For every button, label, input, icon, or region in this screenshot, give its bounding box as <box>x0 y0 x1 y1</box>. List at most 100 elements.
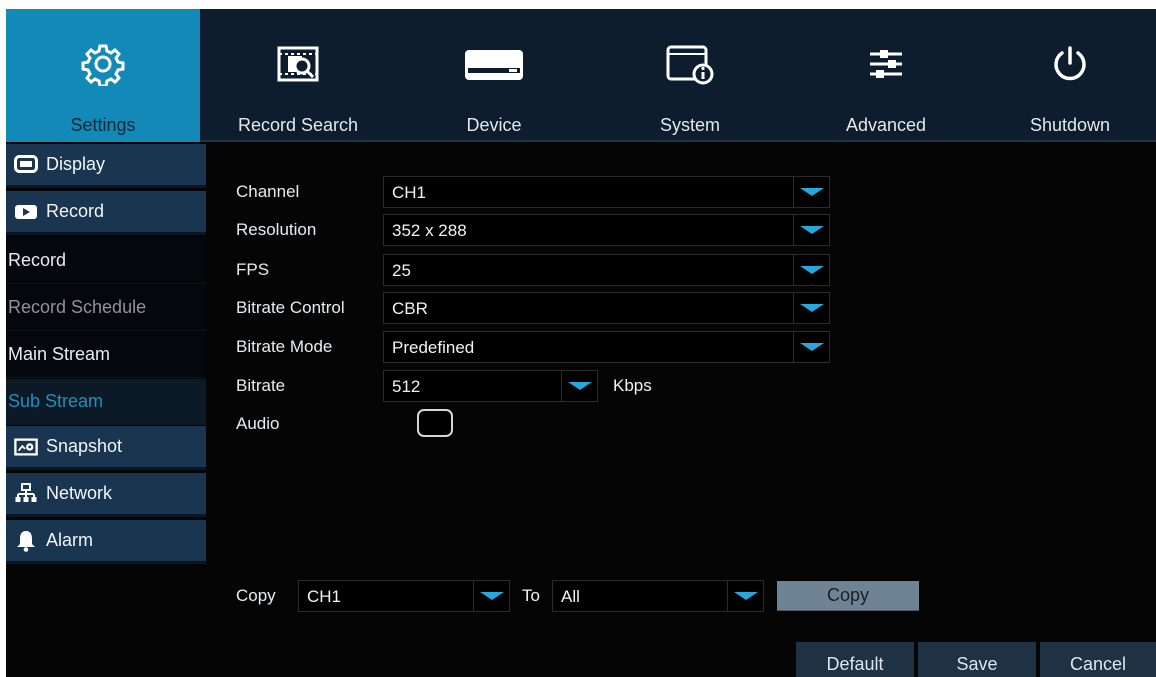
bitrate-mode-select[interactable]: Predefined <box>383 331 830 363</box>
sliders-icon <box>866 43 906 85</box>
bitrate-mode-row: Bitrate Mode Predefined <box>236 331 836 363</box>
sub-stream-settings-panel: Channel CH1 Resolution 352 x 288 FPS 25 … <box>206 144 1156 677</box>
bitrate-control-dropdown-button[interactable] <box>793 293 829 323</box>
hard-drive-icon <box>463 43 525 85</box>
chevron-down-icon <box>480 592 504 600</box>
copy-from-value: CH1 <box>307 587 342 606</box>
resolution-select[interactable]: 352 x 288 <box>383 214 830 246</box>
chevron-down-icon <box>800 226 824 234</box>
sidebar-item-main-stream[interactable]: Main Stream <box>6 332 206 378</box>
record-search-icon <box>276 43 320 85</box>
top-nav: Settings Record Search Device System Adv… <box>6 9 1156 142</box>
tab-settings-label: Settings <box>70 115 136 135</box>
sidebar-item-record-schedule[interactable]: Record Schedule <box>6 285 206 331</box>
copy-to-label: To <box>522 586 540 605</box>
copy-from-dropdown-button[interactable] <box>473 581 509 611</box>
bitrate-row: Bitrate 512 Kbps <box>236 370 836 402</box>
bitrate-select[interactable]: 512 <box>383 370 598 402</box>
sidebar-item-record-label: Record <box>8 250 67 270</box>
copy-row: Copy CH1 To All Copy <box>236 580 936 612</box>
sidebar-item-record-category-label: Record <box>46 201 105 221</box>
tab-system-label: System <box>659 115 720 135</box>
sidebar-item-sub-stream[interactable]: Sub Stream <box>6 379 206 425</box>
chevron-down-icon <box>568 382 592 390</box>
chevron-down-icon <box>734 592 758 600</box>
tab-system[interactable]: System <box>592 9 788 142</box>
tab-device-label: Device <box>466 115 522 135</box>
chevron-down-icon <box>800 304 824 312</box>
bitrate-control-select[interactable]: CBR <box>383 292 830 324</box>
bitrate-control-label: Bitrate Control <box>236 298 345 317</box>
tab-record-search[interactable]: Record Search <box>200 9 396 142</box>
copy-button[interactable]: Copy <box>777 581 919 611</box>
bitrate-dropdown-button[interactable] <box>561 371 597 401</box>
video-icon <box>14 201 38 223</box>
channel-label: Channel <box>236 182 300 201</box>
resolution-label: Resolution <box>236 220 317 239</box>
copy-to-value: All <box>561 587 580 606</box>
fps-value: 25 <box>392 261 411 280</box>
snapshot-icon <box>14 436 38 458</box>
tab-device[interactable]: Device <box>396 9 592 142</box>
default-button[interactable]: Default <box>796 642 914 677</box>
channel-dropdown-button[interactable] <box>793 177 829 207</box>
channel-select[interactable]: CH1 <box>383 176 830 208</box>
bitrate-unit: Kbps <box>613 376 652 395</box>
audio-row: Audio <box>236 408 836 440</box>
bell-icon <box>14 530 38 552</box>
fps-dropdown-button[interactable] <box>793 255 829 285</box>
power-icon <box>1050 43 1090 85</box>
bitrate-label: Bitrate <box>236 376 286 395</box>
tab-shutdown-label: Shutdown <box>1029 115 1111 135</box>
bitrate-mode-label: Bitrate Mode <box>236 337 333 356</box>
channel-value: CH1 <box>392 183 427 202</box>
bitrate-control-row: Bitrate Control CBR <box>236 292 836 324</box>
chevron-down-icon <box>800 343 824 351</box>
resolution-dropdown-button[interactable] <box>793 215 829 245</box>
copy-label: Copy <box>236 586 276 605</box>
copy-to-dropdown-button[interactable] <box>727 581 763 611</box>
sidebar-item-snapshot[interactable]: Snapshot <box>6 426 206 470</box>
tab-shutdown[interactable]: Shutdown <box>984 9 1156 142</box>
bitrate-control-value: CBR <box>392 299 428 318</box>
resolution-value: 352 x 288 <box>392 221 467 240</box>
sidebar-item-alarm[interactable]: Alarm <box>6 520 206 564</box>
bitrate-value: 512 <box>392 377 421 396</box>
sidebar-item-record[interactable]: Record <box>6 238 206 284</box>
tab-settings[interactable]: Settings <box>6 9 200 142</box>
dvr-settings-screen: Settings Record Search Device System Adv… <box>6 9 1156 677</box>
monitor-icon <box>14 154 38 176</box>
sidebar-item-network-label: Network <box>46 483 113 503</box>
gear-icon <box>81 43 125 86</box>
bitrate-mode-dropdown-button[interactable] <box>793 332 829 362</box>
tab-advanced-label: Advanced <box>845 115 927 135</box>
copy-to-select[interactable]: All <box>552 580 764 612</box>
cancel-button[interactable]: Cancel <box>1040 642 1156 677</box>
channel-row: Channel CH1 <box>236 176 836 208</box>
sidebar-item-display-label: Display <box>46 154 106 174</box>
network-icon <box>14 482 38 505</box>
save-button[interactable]: Save <box>918 642 1036 677</box>
fps-label: FPS <box>236 260 270 279</box>
chevron-down-icon <box>800 266 824 274</box>
sidebar-item-display[interactable]: Display <box>6 144 206 188</box>
fps-row: FPS 25 <box>236 254 836 286</box>
sidebar-item-alarm-label: Alarm <box>46 530 94 550</box>
tab-advanced[interactable]: Advanced <box>788 9 984 142</box>
tab-record-search-label: Record Search <box>237 115 359 135</box>
copy-from-select[interactable]: CH1 <box>298 580 510 612</box>
sidebar: Display Record Record Record Schedule Ma… <box>6 144 206 677</box>
sidebar-item-sub-stream-label: Sub Stream <box>8 391 104 411</box>
bitrate-mode-value: Predefined <box>392 338 475 357</box>
sidebar-item-record-schedule-label: Record Schedule <box>8 297 147 317</box>
audio-checkbox[interactable] <box>417 409 453 437</box>
sidebar-item-record-category[interactable]: Record <box>6 191 206 235</box>
sidebar-item-network[interactable]: Network <box>6 473 206 517</box>
chevron-down-icon <box>800 188 824 196</box>
fps-select[interactable]: 25 <box>383 254 830 286</box>
sidebar-item-snapshot-label: Snapshot <box>46 436 123 456</box>
sidebar-item-main-stream-label: Main Stream <box>8 344 111 364</box>
system-info-icon <box>665 43 715 85</box>
resolution-row: Resolution 352 x 288 <box>236 214 836 246</box>
audio-label: Audio <box>236 414 280 433</box>
